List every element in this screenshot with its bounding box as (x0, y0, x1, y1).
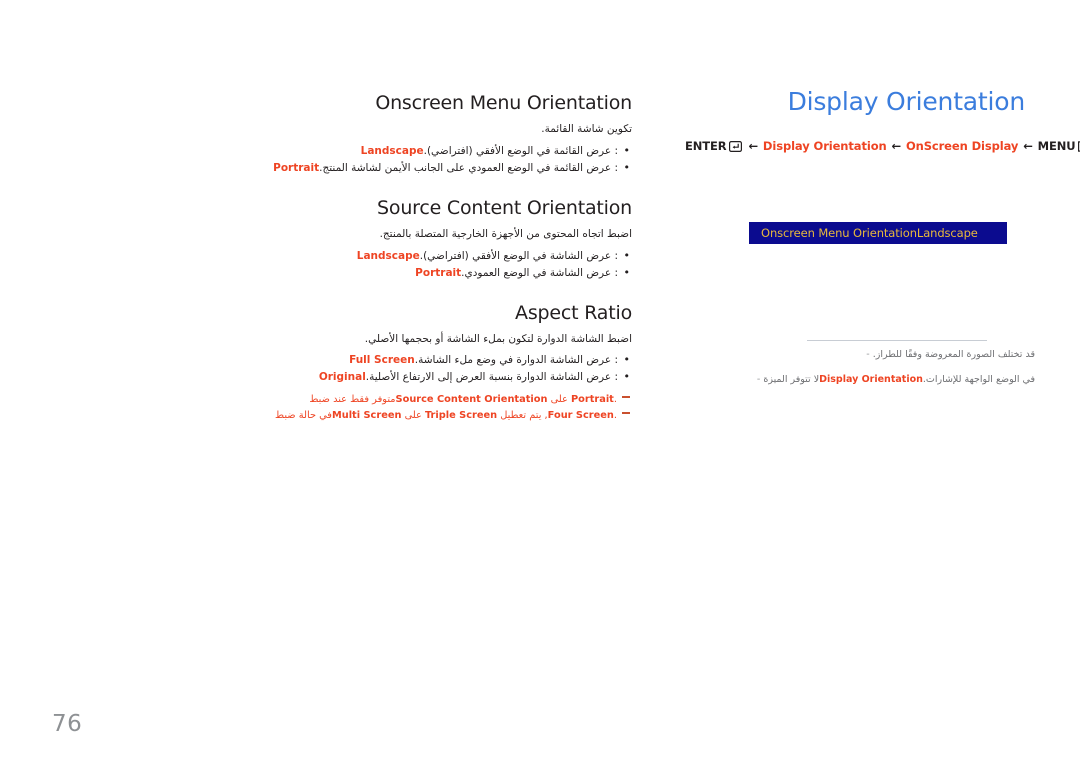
left-column: Onscreen Menu Orientation تكوين شاشة الق… (237, 92, 632, 424)
bullet-text: : عرض الشاشة الدوارة في وضع ملء الشاشة. (414, 354, 618, 367)
bullet-text: : عرض الشاشة الدوارة بنسبة العرض إلى الا… (365, 371, 618, 384)
section-lead: تكوين شاشة القائمة. (541, 123, 632, 135)
bullet-term: Original (318, 371, 366, 384)
dashnote-seg: في حالة ضبط (275, 410, 332, 422)
note-text: قد تختلف الصورة المعروضة وفقًا للطراز. (872, 349, 1035, 360)
list-item: : عرض الشاشة في الوضع الأفقي (افتراضي).L… (237, 247, 632, 265)
breadcrumb-item-display-orientation[interactable]: Display Orientation (763, 139, 887, 153)
breadcrumb-item-menu: MENU (1037, 138, 1076, 153)
right-notes-list: قد تختلف الصورة المعروضة وفقًا للطراز. -… (745, 348, 1035, 398)
osd-setting-value: Landscape (916, 226, 978, 240)
breadcrumb: ENTER ← Display Orientation ← OnScreen D… (685, 138, 1080, 155)
dashnote-seg: . (613, 394, 617, 406)
section-bullet-list: : عرض القائمة في الوضع الأفقي (افتراضي).… (237, 142, 632, 177)
dashnote-term: Portrait (570, 394, 614, 406)
breadcrumb-item-enter: ENTER (685, 138, 727, 153)
aspect-ratio-dash-notes: .Portrait على Source Content Orientation… (237, 392, 632, 424)
bullet-term: Landscape (360, 144, 424, 157)
dashnote-seg: على (547, 394, 571, 406)
page-title: Display Orientation (787, 87, 1026, 116)
bullet-term: Full Screen (349, 354, 415, 367)
note-text-tail: في الوضع الواجهة للإشارات. (922, 373, 1035, 385)
list-item: .Portrait على Source Content Orientation… (237, 392, 632, 408)
list-item: : عرض الشاشة الدوارة في وضع ملء الشاشة.F… (237, 351, 632, 369)
breadcrumb-arrow-2: ← (891, 138, 902, 153)
breadcrumb-arrow-3: ← (1023, 138, 1033, 153)
dashnote-seg: على (401, 410, 425, 422)
right-column: Display Orientation ENTER ← Display Orie… (685, 87, 1080, 155)
section-heading-aspect-ratio: Aspect Ratio (515, 301, 632, 324)
section-bullet-list: : عرض الشاشة في الوضع الأفقي (افتراضي).L… (237, 247, 632, 282)
dashnote-seg: . (613, 410, 617, 422)
manual-page: Display Orientation ENTER ← Display Orie… (0, 0, 1080, 763)
list-item: : عرض الشاشة الدوارة بنسبة العرض إلى الا… (237, 368, 632, 386)
section-bullet-list: : عرض الشاشة الدوارة في وضع ملء الشاشة.F… (237, 351, 632, 386)
enter-key-icon (728, 140, 742, 155)
note-text-head: لا تتوفر الميزة (760, 373, 820, 385)
list-item: : عرض الشاشة في الوضع العمودي.Portrait (237, 264, 632, 282)
bullet-text: : عرض الشاشة في الوضع الأفقي (افتراضي). (419, 249, 618, 262)
section-lead: اضبط الشاشة الدوارة لتكون بملء الشاشة أو… (364, 332, 632, 345)
breadcrumb-item-onscreen-display[interactable]: OnScreen Display (906, 139, 1018, 153)
dashnote-term: Four Screen (547, 410, 614, 422)
bullet-text: : عرض الشاشة في الوضع العمودي. (461, 266, 618, 279)
dashnote-term: Triple Screen (424, 410, 498, 422)
osd-setting-label: Onscreen Menu Orientation (761, 226, 917, 240)
dashnote-seg: متوفر فقط عند ضبط (309, 394, 396, 406)
list-item: .Four Screen, يتم تعطيل Triple Screen عل… (237, 408, 632, 424)
bullet-term: Landscape (356, 249, 420, 262)
section-heading-onscreen-menu-orientation: Onscreen Menu Orientation (375, 92, 632, 114)
list-item: : عرض القائمة في الوضع الأفقي (افتراضي).… (237, 142, 632, 160)
dashnote-term: Source Content Orientation (395, 394, 548, 406)
bullet-text: : عرض القائمة في الوضع الأفقي (افتراضي). (423, 144, 618, 157)
bullet-term: Portrait (273, 161, 320, 174)
note-accent-term: Display Orientation (819, 373, 923, 385)
bullet-term: Portrait (415, 266, 462, 279)
section-heading-source-content-orientation: Source Content Orientation (377, 196, 632, 219)
section-lead: اضبط اتجاه المحتوى من الأجهزة الخارجية ا… (379, 227, 632, 240)
note-dash: - (866, 349, 870, 360)
breadcrumb-arrow-1: ← (748, 138, 758, 153)
note-item: في الوضع الواجهة للإشارات.Display Orient… (745, 373, 1035, 387)
osd-preview-bar: Onscreen Menu Orientation Landscape (749, 222, 1007, 244)
list-item: : عرض القائمة في الوضع العمودي على الجان… (237, 159, 632, 177)
dashnote-term: Multi Screen (331, 410, 402, 422)
bullet-text: : عرض القائمة في الوضع العمودي على الجان… (319, 161, 618, 174)
notes-divider (807, 340, 987, 341)
page-number: 76 (52, 711, 83, 737)
dashnote-seg: , يتم تعطيل (497, 410, 548, 422)
note-item: قد تختلف الصورة المعروضة وفقًا للطراز. - (745, 348, 1035, 362)
